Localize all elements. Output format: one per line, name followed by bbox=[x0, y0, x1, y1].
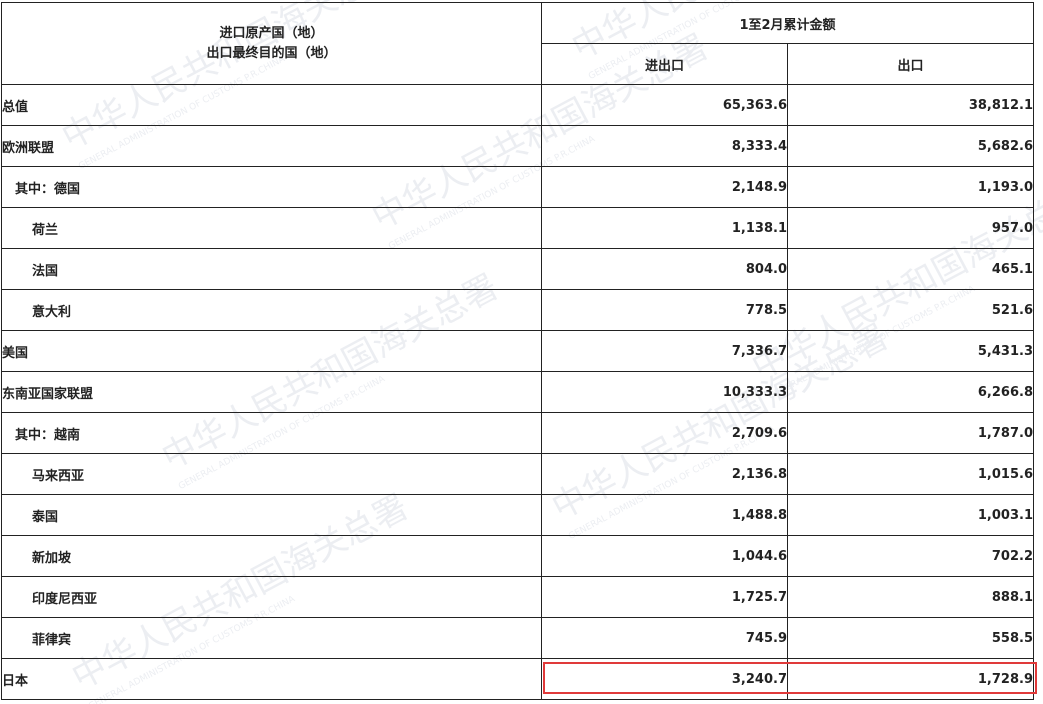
table-row: 新加坡 1,044.6 702.2 bbox=[1, 535, 1034, 577]
row-label-export-destination: 出口最终目的国（地） bbox=[206, 45, 337, 61]
cell-export: 6,266.8 bbox=[787, 371, 1034, 413]
cell-export: 888.1 bbox=[787, 576, 1034, 618]
cell-import-export: 7,336.7 bbox=[541, 330, 788, 372]
header-row-top: 进口原产国（地） 出口最终目的国（地） 1至2月累计金额 bbox=[1, 2, 1034, 85]
cell-export: 521.6 bbox=[787, 289, 1034, 331]
cell-import-export: 1,138.1 bbox=[541, 207, 788, 249]
table-row: 泰国 1,488.8 1,003.1 bbox=[1, 494, 1034, 536]
column-header-export: 出口 bbox=[787, 43, 1034, 85]
highlight-box-japan bbox=[543, 662, 1037, 694]
cell-import-export: 1,725.7 bbox=[541, 576, 788, 618]
table-row: 美国 7,336.7 5,431.3 bbox=[1, 330, 1034, 372]
cell-import-export: 778.5 bbox=[541, 289, 788, 331]
cell-import-export: 8,333.4 bbox=[541, 125, 788, 167]
row-name: 荷兰 bbox=[1, 207, 542, 249]
cell-import-export: 804.0 bbox=[541, 248, 788, 290]
cell-import-export: 745.9 bbox=[541, 617, 788, 659]
trade-table: 进口原产国（地） 出口最终目的国（地） 1至2月累计金额 进出口 出口 总值 65… bbox=[1, 2, 1034, 700]
row-name: 美国 bbox=[1, 330, 542, 372]
table-row: 总值 65,363.6 38,812.1 bbox=[1, 84, 1034, 126]
table-row: 法国 804.0 465.1 bbox=[1, 248, 1034, 290]
cell-import-export: 2,148.9 bbox=[541, 166, 788, 208]
cell-export: 1,003.1 bbox=[787, 494, 1034, 536]
cell-import-export: 1,488.8 bbox=[541, 494, 788, 536]
table-body: 总值 65,363.6 38,812.1 欧洲联盟 8,333.4 5,682.6 其中：德… bbox=[1, 84, 1034, 700]
row-name: 法国 bbox=[1, 248, 542, 290]
row-label-import-origin: 进口原产国（地） bbox=[219, 25, 324, 41]
row-name: 菲律宾 bbox=[1, 617, 542, 659]
row-name: 印度尼西亚 bbox=[1, 576, 542, 618]
row-label-header: 进口原产国（地） 出口最终目的国（地） bbox=[1, 2, 542, 85]
column-header-import-export: 进出口 bbox=[541, 43, 788, 85]
row-name: 泰国 bbox=[1, 494, 542, 536]
table-row: 其中：德国 2,148.9 1,193.0 bbox=[1, 166, 1034, 208]
row-name: 新加坡 bbox=[1, 535, 542, 577]
table-row: 菲律宾 745.9 558.5 bbox=[1, 617, 1034, 659]
table-row: 印度尼西亚 1,725.7 888.1 bbox=[1, 576, 1034, 618]
row-name: 马来西亚 bbox=[1, 453, 542, 495]
row-name: 日本 bbox=[1, 658, 542, 700]
cell-export: 1,015.6 bbox=[787, 453, 1034, 495]
table-row: 意大利 778.5 521.6 bbox=[1, 289, 1034, 331]
table-row: 荷兰 1,138.1 957.0 bbox=[1, 207, 1034, 249]
cell-export: 702.2 bbox=[787, 535, 1034, 577]
period-header: 1至2月累计金额 bbox=[541, 2, 1034, 44]
table-row: 欧洲联盟 8,333.4 5,682.6 bbox=[1, 125, 1034, 167]
table-row: 东南亚国家联盟 10,333.3 6,266.8 bbox=[1, 371, 1034, 413]
cell-import-export: 10,333.3 bbox=[541, 371, 788, 413]
cell-export: 38,812.1 bbox=[787, 84, 1034, 126]
cell-import-export: 2,709.6 bbox=[541, 412, 788, 454]
row-name: 意大利 bbox=[1, 289, 542, 331]
cell-export: 465.1 bbox=[787, 248, 1034, 290]
cell-export: 957.0 bbox=[787, 207, 1034, 249]
row-name: 其中：德国 bbox=[1, 166, 542, 208]
row-name: 欧洲联盟 bbox=[1, 125, 542, 167]
cell-import-export: 65,363.6 bbox=[541, 84, 788, 126]
cell-import-export: 2,136.8 bbox=[541, 453, 788, 495]
row-name: 总值 bbox=[1, 84, 542, 126]
row-name: 东南亚国家联盟 bbox=[1, 371, 542, 413]
cell-export: 558.5 bbox=[787, 617, 1034, 659]
cell-export: 1,193.0 bbox=[787, 166, 1034, 208]
cell-export: 5,682.6 bbox=[787, 125, 1034, 167]
cell-import-export: 1,044.6 bbox=[541, 535, 788, 577]
cell-export: 5,431.3 bbox=[787, 330, 1034, 372]
table-row: 马来西亚 2,136.8 1,015.6 bbox=[1, 453, 1034, 495]
table-row: 其中：越南 2,709.6 1,787.0 bbox=[1, 412, 1034, 454]
row-name: 其中：越南 bbox=[1, 412, 542, 454]
cell-export: 1,787.0 bbox=[787, 412, 1034, 454]
